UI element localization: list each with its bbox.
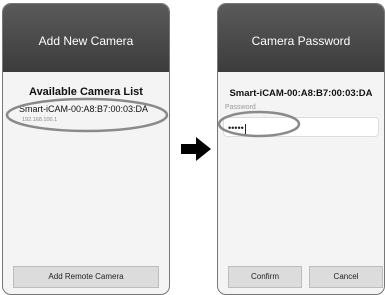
camera-ip: 192.168.100.1 — [22, 117, 58, 123]
text-caret — [244, 123, 246, 134]
available-camera-list-heading: Available Camera List — [29, 86, 143, 98]
camera-name: Smart-iCAM-00:A8:B7:00:03:DA — [19, 104, 149, 114]
selected-camera-name: Smart-iCAM-00:A8:B7:00:03:DA — [229, 88, 373, 99]
password-field[interactable]: ••••• — [223, 117, 379, 137]
password-label: Password — [225, 104, 256, 111]
add-camera-title: Add New Camera — [3, 4, 169, 72]
camera-list-item[interactable]: Smart-iCAM-00:A8:B7:00:03:DA 192.168.100… — [11, 102, 161, 128]
right-arrow-icon — [181, 137, 211, 161]
cancel-button[interactable]: Cancel — [309, 266, 383, 288]
add-remote-camera-button[interactable]: Add Remote Camera — [13, 266, 159, 288]
password-value: ••••• — [228, 123, 244, 133]
camera-password-screen: Camera Password Smart-iCAM-00:A8:B7:00:0… — [217, 3, 385, 295]
camera-password-title: Camera Password — [218, 4, 384, 72]
add-camera-screen: Add New Camera Available Camera List Sma… — [2, 3, 170, 295]
confirm-button[interactable]: Confirm — [228, 266, 302, 288]
